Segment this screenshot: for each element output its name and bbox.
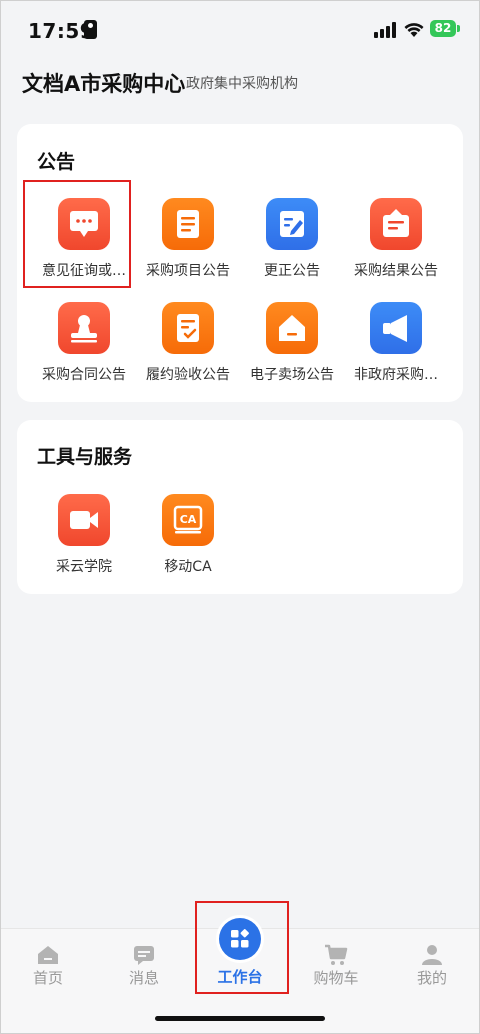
cart-icon xyxy=(325,944,348,965)
tool-label: 移动CA xyxy=(164,559,212,575)
tool-item-mobile-ca[interactable]: CA 移动CA xyxy=(136,494,240,589)
announcement-label: 更正公告 xyxy=(264,263,320,279)
document-icon xyxy=(162,198,214,250)
checklist-icon xyxy=(162,302,214,354)
message-icon xyxy=(134,946,154,965)
organization-subtitle: 政府集中采购机构 xyxy=(186,76,298,92)
announcement-item-procurement-project[interactable]: 采购项目公告 xyxy=(136,198,240,293)
megaphone-icon xyxy=(370,302,422,354)
tool-label: 采云学院 xyxy=(56,559,112,575)
home-icon xyxy=(38,946,58,964)
edit-icon xyxy=(266,198,318,250)
video-camera-icon xyxy=(58,494,110,546)
profile-icon xyxy=(422,945,442,965)
announcement-label: 采购项目公告 xyxy=(146,263,230,279)
announcement-item-e-mall[interactable]: 电子卖场公告 xyxy=(240,302,344,397)
nav-item-messages[interactable]: 消息 xyxy=(96,929,192,1009)
tool-item-caiyun-academy[interactable]: 采云学院 xyxy=(32,494,136,589)
announcement-label: 采购合同公告 xyxy=(42,367,126,383)
announcements-title: 公告 xyxy=(37,151,76,173)
battery-cap xyxy=(457,25,460,32)
battery-icon: 82 xyxy=(430,20,456,37)
announcement-item-correction[interactable]: 更正公告 xyxy=(240,198,344,293)
svg-text:CA: CA xyxy=(180,513,197,526)
tools-card: 工具与服务 采云学院 CA 移动CA xyxy=(17,420,463,594)
announcement-item-contract[interactable]: 采购合同公告 xyxy=(32,302,136,397)
cellular-signal-icon xyxy=(374,22,398,38)
contact-badge-icon xyxy=(84,20,97,39)
result-icon xyxy=(370,198,422,250)
announcement-item-non-government[interactable]: 非政府采购… xyxy=(344,302,448,397)
store-icon xyxy=(266,302,318,354)
announcement-label: 履约验收公告 xyxy=(146,367,230,383)
nav-label-messages: 消息 xyxy=(128,969,159,987)
nav-item-cart[interactable]: 购物车 xyxy=(288,929,384,1009)
nav-label-profile: 我的 xyxy=(416,969,447,987)
announcement-label: 电子卖场公告 xyxy=(250,367,334,383)
status-bar: 17:59 82 xyxy=(0,0,480,58)
nav-label-home: 首页 xyxy=(32,969,63,987)
nav-item-profile[interactable]: 我的 xyxy=(384,929,480,1009)
announcement-label: 采购结果公告 xyxy=(354,263,438,279)
tools-title: 工具与服务 xyxy=(37,446,133,468)
home-indicator xyxy=(155,1016,325,1021)
highlight-box-workbench xyxy=(195,901,289,994)
nav-label-cart: 购物车 xyxy=(313,969,359,987)
announcement-item-acceptance[interactable]: 履约验收公告 xyxy=(136,302,240,397)
organization-name: 文档A市采购中心 xyxy=(22,72,186,96)
wifi-icon xyxy=(404,23,424,37)
ca-certificate-icon: CA xyxy=(162,494,214,546)
announcement-label: 非政府采购… xyxy=(354,367,438,383)
nav-item-home[interactable]: 首页 xyxy=(0,929,96,1009)
contract-stamp-icon xyxy=(58,302,110,354)
highlight-box-consultation xyxy=(23,180,131,288)
announcement-item-procurement-result[interactable]: 采购结果公告 xyxy=(344,198,448,293)
